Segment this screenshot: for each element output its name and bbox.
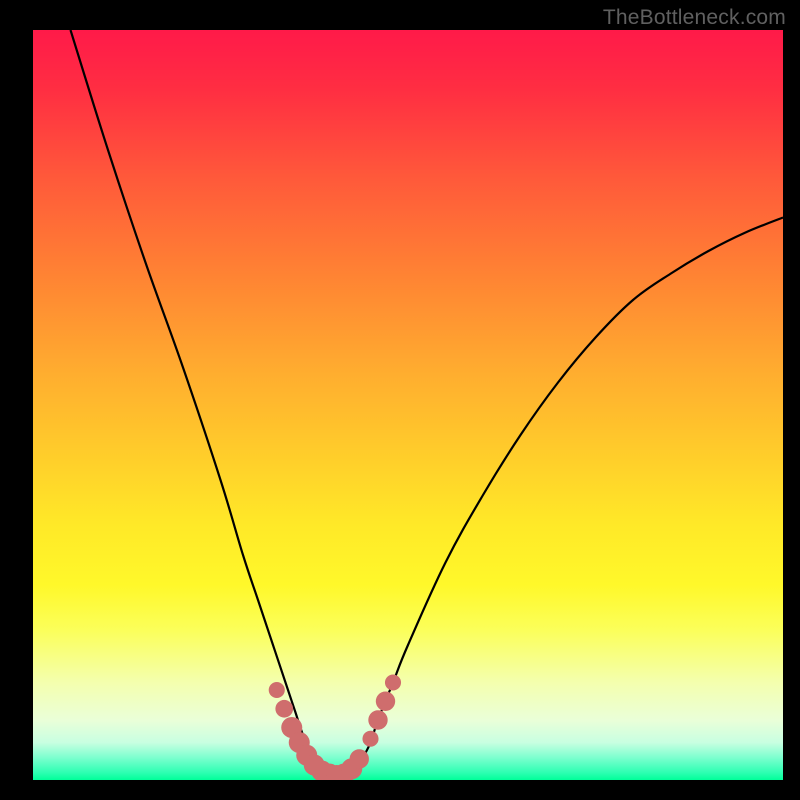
plot-area (33, 30, 783, 780)
bottleneck-curve-path (71, 30, 784, 777)
curve-marker (385, 674, 401, 690)
curve-marker (350, 749, 369, 768)
watermark-text: TheBottleneck.com (603, 6, 786, 30)
curve-marker (275, 700, 293, 718)
curve-marker (269, 682, 285, 698)
curve-marker (376, 692, 395, 711)
chart-frame: TheBottleneck.com (0, 0, 800, 800)
curve-marker (368, 710, 387, 729)
curve-marker (362, 731, 378, 747)
bottleneck-chart (33, 30, 783, 780)
